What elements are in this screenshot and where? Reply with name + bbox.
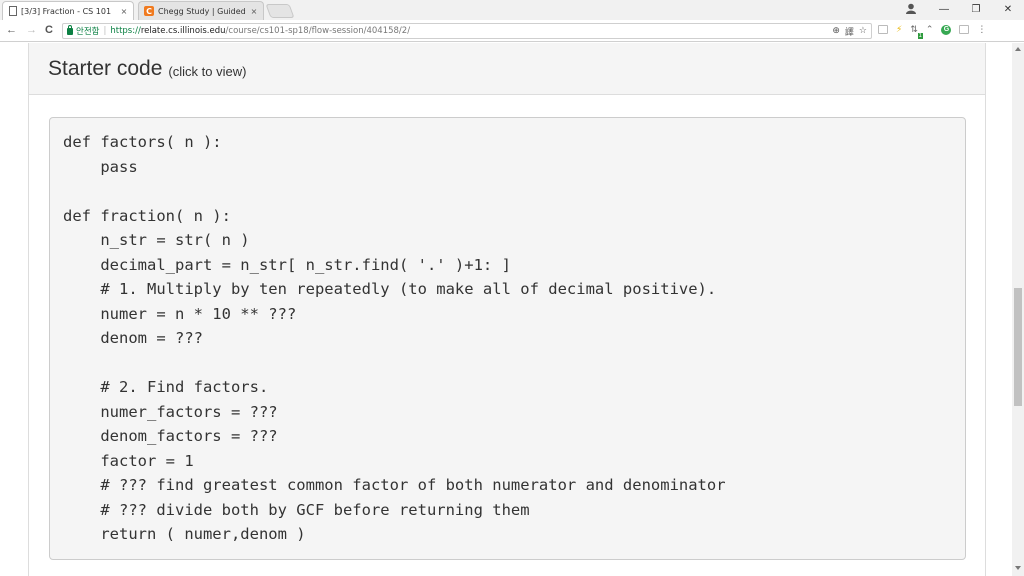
window-controls: — ❐ ✕ xyxy=(928,0,1024,18)
tab-bar: [3/3] Fraction - CS 101 × C Chegg Study … xyxy=(0,0,1024,20)
browser-menu-icon[interactable]: ⋮ xyxy=(977,24,986,35)
bookmark-star-icon[interactable]: ☆ xyxy=(859,26,867,36)
close-tab-icon[interactable]: × xyxy=(248,7,260,16)
panel-title: Starter code xyxy=(48,57,163,80)
code-line: def factors( n ): xyxy=(63,133,222,151)
code-line: numer = n * 10 ** ??? xyxy=(63,304,297,323)
zoom-icon[interactable]: ⊕ xyxy=(832,26,840,36)
tab-chegg-study[interactable]: C Chegg Study | Guided S × xyxy=(138,1,264,20)
code-line: def fraction( n ): xyxy=(63,206,231,225)
back-button[interactable]: ← xyxy=(6,24,17,36)
code-line: # ??? find greatest common factor of bot… xyxy=(63,476,726,494)
profile-icon[interactable] xyxy=(906,3,916,14)
starter-code-panel: Starter code (click to view) def factors… xyxy=(28,43,986,576)
code-line: # 2. Find factors. xyxy=(63,378,269,396)
extension-box-icon[interactable] xyxy=(959,25,970,34)
close-window-button[interactable]: ✕ xyxy=(992,4,1024,15)
extension-badge-count: 1 xyxy=(917,33,923,39)
address-separator: | xyxy=(103,26,107,36)
omnibox-icons: ⊕ 譯 ☆ xyxy=(832,25,867,38)
reload-button[interactable]: C xyxy=(45,24,53,36)
chegg-icon: C xyxy=(144,6,154,16)
panel-hint: (click to view) xyxy=(168,64,247,79)
code-block: def factors( n ): pass def fraction( n ):… xyxy=(49,117,966,560)
scroll-up-arrow-icon[interactable] xyxy=(1015,47,1021,51)
code-line: n_str = str( n ) xyxy=(63,231,250,249)
tab-title: [3/3] Fraction - CS 101 xyxy=(21,6,112,16)
code-line: denom = ??? xyxy=(63,329,203,347)
document-icon xyxy=(9,6,17,16)
code-line: factor = 1 xyxy=(63,451,194,470)
code-line: numer_factors = ??? xyxy=(63,402,278,421)
tab-fraction-cs101[interactable]: [3/3] Fraction - CS 101 × xyxy=(2,1,134,20)
new-tab-button[interactable] xyxy=(265,4,295,18)
secure-label: 안전함 xyxy=(76,27,100,37)
lock-icon xyxy=(67,24,73,35)
extension-arrow-icon[interactable]: ⌃ xyxy=(926,24,934,35)
panel-heading[interactable]: Starter code (click to view) xyxy=(29,43,985,95)
code-line: decimal_part = n_str[ n_str.find( '.' )+… xyxy=(63,255,511,274)
extension-badge-icon[interactable]: ⇅ 1 xyxy=(910,24,923,39)
code-line: pass xyxy=(63,157,138,176)
extension-grey-icon[interactable] xyxy=(878,25,888,34)
address-bar[interactable]: 안전함 | https:// relate.cs.illinois.edu /c… xyxy=(62,23,872,39)
translate-icon[interactable]: 譯 xyxy=(845,25,854,38)
restore-button[interactable]: ❐ xyxy=(960,4,992,15)
url-scheme: https:// xyxy=(110,26,141,36)
scrollbar-thumb[interactable] xyxy=(1014,288,1022,406)
extension-bolt-icon[interactable]: ⚡ xyxy=(896,24,902,35)
forward-button[interactable]: → xyxy=(26,24,37,36)
close-tab-icon[interactable]: × xyxy=(118,7,130,16)
code-line: # 1. Multiply by ten repeatedly (to make… xyxy=(63,280,717,298)
browser-toolbar: ← → C 안전함 | https:// relate.cs.illinois.… xyxy=(0,20,1024,42)
grammarly-icon[interactable]: G xyxy=(941,24,952,35)
code-line: # ??? divide both by GCF before returnin… xyxy=(63,500,530,519)
scroll-down-arrow-icon[interactable] xyxy=(1015,566,1021,570)
code-line: return ( numer,denom ) xyxy=(63,525,306,543)
tab-title: Chegg Study | Guided S xyxy=(158,6,248,16)
minimize-button[interactable]: — xyxy=(928,4,960,15)
url-host: relate.cs.illinois.edu xyxy=(140,26,226,36)
page-content: Starter code (click to view) def factors… xyxy=(0,43,1012,576)
url-path: /course/cs101-sp18/flow-session/404158/2… xyxy=(225,26,411,36)
code-line: denom_factors = ??? xyxy=(63,427,278,445)
extension-icons: ⚡ ⇅ 1 ⌃ G ⋮ xyxy=(878,24,986,39)
